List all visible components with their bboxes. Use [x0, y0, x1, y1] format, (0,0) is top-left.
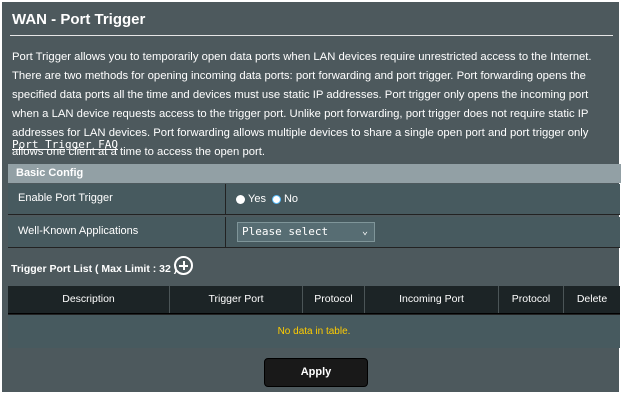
- col-delete: Delete: [576, 293, 608, 305]
- enable-port-trigger-label: Enable Port Trigger: [18, 192, 113, 204]
- apply-button[interactable]: Apply: [264, 358, 368, 387]
- well-known-apps-label: Well-Known Applications: [18, 225, 139, 237]
- no-radio[interactable]: [271, 194, 281, 204]
- yes-radio-label[interactable]: Yes: [248, 193, 266, 205]
- well-known-apps-row: Well-Known Applications Please select ⌄: [8, 217, 620, 248]
- faq-link[interactable]: Port Trigger FAQ: [12, 138, 118, 151]
- col-protocol-2: Protocol: [511, 293, 551, 305]
- add-rule-icon[interactable]: [174, 256, 193, 275]
- trigger-table-header: Description Trigger Port Protocol Incomi…: [8, 286, 620, 314]
- row-divider: [225, 217, 226, 247]
- basic-config-header: Basic Config: [8, 164, 621, 183]
- col-incoming-port: Incoming Port: [399, 293, 464, 305]
- col-description: Description: [62, 293, 115, 305]
- chevron-down-icon: ⌄: [361, 226, 368, 237]
- title-divider: [10, 35, 613, 36]
- well-known-apps-select[interactable]: Please select ⌄: [237, 222, 375, 242]
- trigger-table-body: No data in table.: [8, 314, 620, 348]
- enable-radio-group: Yes No: [236, 193, 304, 205]
- col-protocol-1: Protocol: [314, 293, 353, 305]
- yes-radio[interactable]: [236, 194, 245, 204]
- trigger-list-title: Trigger Port List ( Max Limit : 32 ): [11, 263, 178, 275]
- col-trigger-port: Trigger Port: [208, 293, 264, 305]
- select-value: Please select: [242, 225, 329, 238]
- no-radio-label[interactable]: No: [284, 193, 298, 205]
- empty-table-message: No data in table.: [277, 326, 351, 337]
- page-title: WAN - Port Trigger: [12, 11, 146, 28]
- row-divider: [225, 184, 226, 214]
- enable-port-trigger-row: Enable Port Trigger Yes No: [8, 184, 620, 215]
